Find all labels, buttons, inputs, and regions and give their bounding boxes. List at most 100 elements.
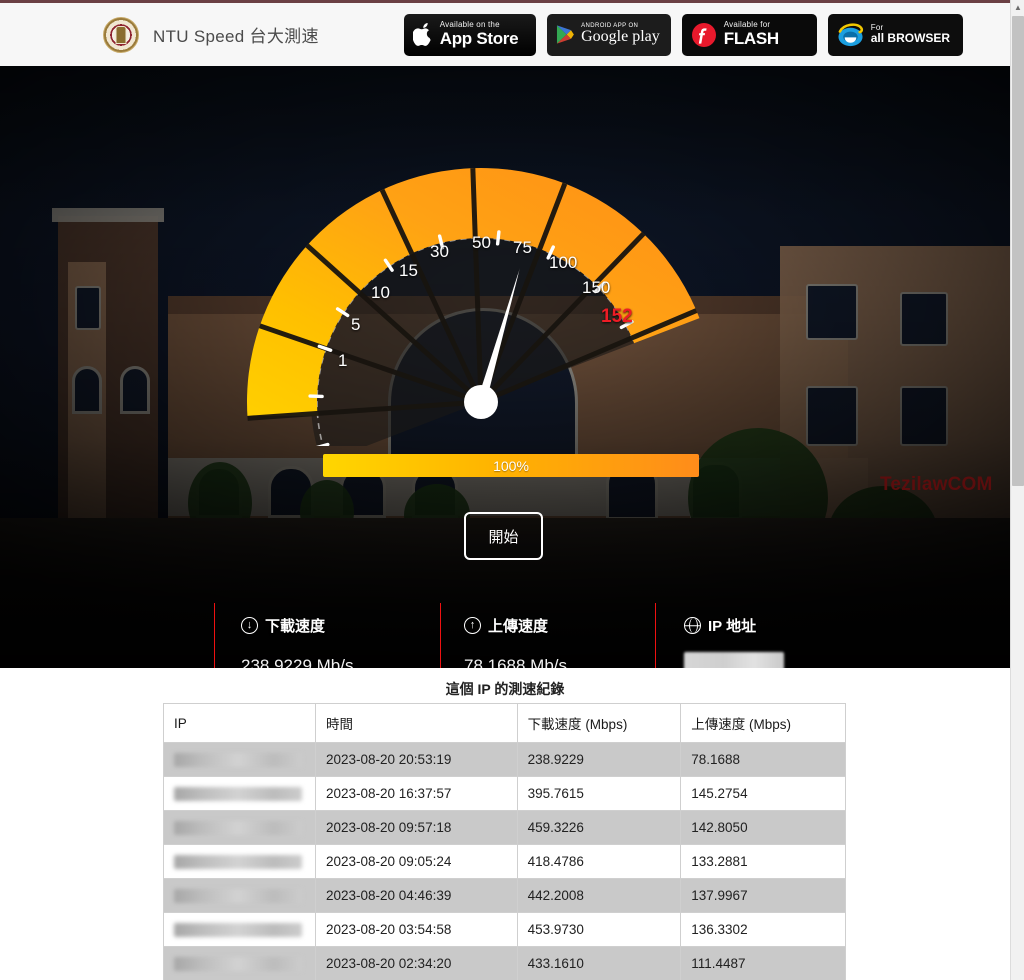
gauge-tick-5: 5 <box>351 315 361 334</box>
flash-badge-subtitle: Available for <box>723 20 771 30</box>
ip-redaction-block <box>174 956 302 971</box>
gauge-dial <box>230 146 740 463</box>
records-title: 這個 IP 的測速紀錄 <box>445 681 565 697</box>
column-header-download: 下載速度 (Mbps) <box>516 703 682 743</box>
page-root: NTU Speed 台大測速 Available on the App Stor… <box>0 0 1024 980</box>
app-store-badge-subtitle: Available on the <box>439 20 500 30</box>
watermark: TezilawCOM <box>880 474 993 495</box>
column-header-upload: 上傳速度 (Mbps) <box>680 703 846 743</box>
stat-upload-label: 上傳速度 <box>488 618 549 635</box>
caret-up-icon[interactable]: ▲ <box>1011 0 1024 14</box>
gauge-tick-10: 10 <box>371 283 390 302</box>
table-row: 2023-08-20 09:57:18 459.3226 142.8050 <box>163 810 846 845</box>
records-section: 這個 IP 的測速紀錄 IP 時間 下載速度 (Mbps) 上傳速度 (Mbps… <box>0 668 1010 980</box>
stats-row: ↓ 下載速度 238.9229 Mb/s ↑ 上傳速度 78.1688 Mb/s… <box>0 593 1010 668</box>
cell-download: 395.7615 <box>516 776 682 811</box>
browser-badge-title: all BROWSER <box>870 31 951 46</box>
cell-ip-redacted <box>163 776 316 811</box>
play-icon <box>556 25 574 44</box>
cell-download: 238.9229 <box>516 742 682 777</box>
table-row: 2023-08-20 09:05:24 418.4786 133.2881 <box>163 844 846 879</box>
stat-ip-label: IP 地址 <box>708 618 757 635</box>
hero-section: 1 5 10 15 30 50 75 100 150 152 100% 開始 T… <box>0 66 1010 668</box>
download-arrow-icon: ↓ <box>241 617 258 634</box>
cell-download: 442.2008 <box>516 878 682 913</box>
records-table-head: IP 時間 下載速度 (Mbps) 上傳速度 (Mbps) <box>163 703 846 743</box>
browser-badge[interactable]: For all BROWSER <box>827 13 963 56</box>
globe-icon <box>684 617 701 634</box>
start-button[interactable]: 開始 <box>464 512 543 560</box>
scrollbar-thumb[interactable] <box>1012 16 1024 486</box>
ip-redaction-block <box>174 888 302 903</box>
cell-upload: 142.8050 <box>680 810 846 845</box>
cell-ip-redacted <box>163 878 316 913</box>
flash-badge[interactable]: Available for FLASH <box>681 13 817 56</box>
stats-divider <box>440 603 441 668</box>
app-store-badge[interactable]: Available on the App Store <box>403 13 536 56</box>
cell-download: 418.4786 <box>516 844 682 879</box>
cell-ip-redacted <box>163 742 316 777</box>
ie-icon <box>838 23 863 47</box>
gauge-tick-1: 1 <box>338 351 348 370</box>
ip-redaction-block <box>174 922 302 937</box>
ip-redaction-block <box>174 854 302 869</box>
google-play-badge[interactable]: ANDROID APP ON Google play <box>546 13 671 56</box>
page-title: NTU Speed 台大測速 <box>153 27 319 46</box>
progress-percent-label: 100% <box>493 457 529 474</box>
ip-redaction-block <box>174 786 302 801</box>
browser-badge-subtitle: For <box>870 23 884 32</box>
table-row: 2023-08-20 20:53:19 238.9229 78.1688 <box>163 742 846 777</box>
cell-time: 2023-08-20 16:37:57 <box>314 776 518 811</box>
stat-download: ↓ 下載速度 238.9229 Mb/s <box>241 615 353 668</box>
cell-ip-redacted <box>163 946 316 980</box>
cell-ip-redacted <box>163 844 316 879</box>
ip-redaction-block <box>174 752 302 767</box>
cell-download: 459.3226 <box>516 810 682 845</box>
gauge-tick-15: 15 <box>399 261 418 280</box>
apple-icon <box>412 22 431 46</box>
records-table: IP 時間 下載速度 (Mbps) 上傳速度 (Mbps) 2023-08-20… <box>163 703 846 980</box>
gauge-tick-30: 30 <box>430 242 449 261</box>
cell-time: 2023-08-20 20:53:19 <box>314 742 518 777</box>
table-row: 2023-08-20 02:34:20 433.1610 111.4487 <box>163 946 846 980</box>
cell-upload: 133.2881 <box>680 844 846 879</box>
speed-gauge: 1 5 10 15 30 50 75 100 150 152 <box>0 66 1010 463</box>
google-play-badge-title: Google play <box>581 28 660 46</box>
flash-icon <box>691 22 716 47</box>
cell-time: 2023-08-20 03:54:58 <box>314 912 518 947</box>
stats-divider <box>655 603 656 668</box>
table-row: 2023-08-20 03:54:58 453.9730 136.3302 <box>163 912 846 947</box>
flash-badge-title: FLASH <box>723 28 779 48</box>
stat-upload-value: 78.1688 Mb/s <box>464 656 568 668</box>
stat-download-label: 下載速度 <box>265 618 326 635</box>
cell-ip-redacted <box>163 912 316 947</box>
cell-download: 453.9730 <box>516 912 682 947</box>
cell-ip-redacted <box>163 810 316 845</box>
cell-upload: 111.4487 <box>680 946 846 980</box>
gauge-tick-100: 100 <box>549 253 578 272</box>
table-row: 2023-08-20 16:37:57 395.7615 145.2754 <box>163 776 846 811</box>
cell-time: 2023-08-20 09:05:24 <box>314 844 518 879</box>
stat-ip-value-redacted <box>684 652 784 668</box>
stat-upload: ↑ 上傳速度 78.1688 Mb/s <box>464 615 567 668</box>
ntu-seal-icon <box>103 16 139 53</box>
gauge-tick-75: 75 <box>513 238 532 257</box>
store-badges: Available on the App Store ANDROID APP O… <box>403 13 963 56</box>
column-header-ip: IP <box>163 703 316 743</box>
stat-download-value: 238.9229 Mb/s <box>241 656 354 668</box>
cell-time: 2023-08-20 04:46:39 <box>314 878 518 913</box>
cell-time: 2023-08-20 09:57:18 <box>314 810 518 845</box>
gauge-current-value: 152 <box>601 306 633 327</box>
progress-bar: 100% <box>323 454 699 477</box>
cell-upload: 78.1688 <box>680 742 846 777</box>
brand[interactable]: NTU Speed 台大測速 <box>103 16 319 53</box>
cell-upload: 136.3302 <box>680 912 846 947</box>
page-scrollbar[interactable]: ▲ <box>1010 0 1024 980</box>
cell-download: 433.1610 <box>516 946 682 980</box>
upload-arrow-icon: ↑ <box>464 617 481 634</box>
cell-upload: 137.9967 <box>680 878 846 913</box>
gauge-tick-50: 50 <box>472 233 491 252</box>
gauge-tick-150: 150 <box>582 278 611 297</box>
cell-upload: 145.2754 <box>680 776 846 811</box>
gauge-hub <box>464 385 498 419</box>
